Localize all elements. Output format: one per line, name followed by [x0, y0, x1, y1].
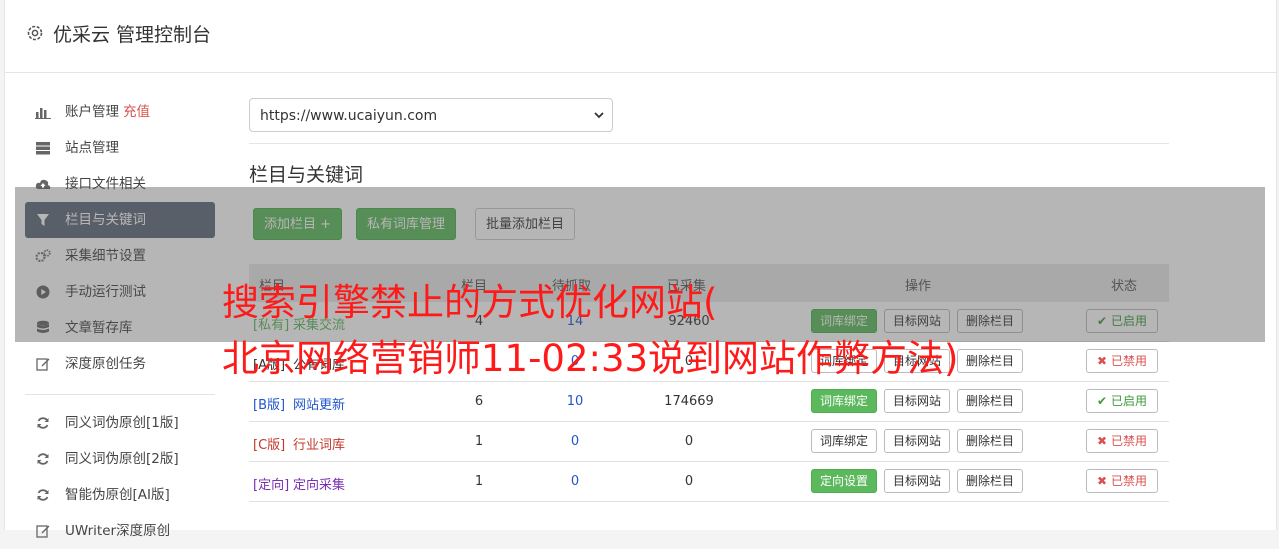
close-icon: ✖	[1097, 354, 1108, 368]
status-toggle[interactable]: ✖ 已禁用	[1086, 349, 1158, 373]
collected-value: 0	[684, 434, 694, 449]
page-header: 优采云 管理控制台	[5, 0, 1276, 73]
page-title: 优采云 管理控制台	[53, 24, 212, 46]
sidebar-divider	[25, 394, 215, 395]
sidebar-item-uwriter[interactable]: UWriter深度原创	[25, 513, 215, 549]
status-toggle[interactable]: ✖ 已禁用	[1086, 429, 1158, 453]
delete-column-button[interactable]: 删除栏目	[957, 349, 1024, 373]
delete-column-button[interactable]: 删除栏目	[957, 429, 1024, 453]
status-label: 已启用	[1110, 394, 1147, 408]
sidebar-item-account[interactable]: 账户管理 充值	[25, 94, 215, 130]
pending-value[interactable]: 0	[545, 434, 605, 449]
column-name-link[interactable]: 定向采集	[293, 474, 345, 493]
sidebar-item-sites[interactable]: 站点管理	[25, 130, 215, 166]
count-value: 1	[474, 474, 484, 489]
target-site-button[interactable]: 目标网站	[884, 389, 951, 413]
table-row: [定向] 定向采集 1 0 0 定向设置 目标网站 删除栏目 ✖ 已禁用	[249, 462, 1169, 502]
watermark-line-2: 北京网络营销师11-02:33说到网站作弊方法)	[222, 337, 959, 380]
close-icon: ✖	[1097, 474, 1108, 488]
bind-button[interactable]: 定向设置	[811, 469, 878, 493]
divider	[249, 143, 1169, 144]
target-site-button[interactable]: 目标网站	[884, 429, 951, 453]
status-label: 已禁用	[1110, 354, 1147, 368]
column-tag: [B版]	[253, 398, 286, 413]
bind-button[interactable]: 词库绑定	[811, 429, 878, 453]
server-icon	[35, 140, 51, 156]
bar-chart-icon	[35, 104, 51, 120]
chevron-down-icon	[594, 112, 604, 119]
site-select[interactable]: https://www.ucaiyun.com	[249, 98, 613, 132]
target-site-button[interactable]: 目标网站	[884, 469, 951, 493]
collected-value: 0	[684, 474, 694, 489]
close-icon: ✖	[1097, 434, 1108, 448]
edit-icon	[35, 356, 51, 372]
site-select-value: https://www.ucaiyun.com	[260, 108, 438, 124]
sidebar-item-label: 账户管理	[65, 104, 119, 120]
status-label: 已禁用	[1110, 474, 1147, 488]
sidebar-item-ai-rewrite[interactable]: 智能伪原创[AI版]	[25, 477, 215, 513]
table-row: [C版] 行业词库 1 0 0 词库绑定 目标网站 删除栏目 ✖ 已禁用	[249, 422, 1169, 462]
column-name-link[interactable]: 行业词库	[293, 434, 345, 453]
sidebar-item-label: 同义词伪原创[1版]	[65, 415, 179, 431]
watermark-line-1: 搜索引擎禁止的方式优化网站(	[222, 281, 718, 324]
column-tag: [定向]	[253, 478, 290, 493]
status-label: 已禁用	[1110, 434, 1147, 448]
pending-value[interactable]: 0	[545, 474, 605, 489]
sidebar-item-label: UWriter深度原创	[65, 523, 171, 539]
count-value: 6	[474, 394, 484, 409]
status-toggle[interactable]: ✖ 已禁用	[1086, 469, 1158, 493]
sidebar-item-label: 深度原创任务	[65, 356, 146, 372]
collected-value: 174669	[664, 394, 714, 409]
delete-column-button[interactable]: 删除栏目	[957, 469, 1024, 493]
refresh-icon	[35, 487, 51, 503]
sidebar-item-label: 智能伪原创[AI版]	[65, 487, 170, 503]
sidebar-item-synonym-v2[interactable]: 同义词伪原创[2版]	[25, 441, 215, 477]
sidebar-item-label: 站点管理	[65, 140, 119, 156]
refresh-icon	[35, 451, 51, 467]
delete-column-button[interactable]: 删除栏目	[957, 389, 1024, 413]
edit-icon	[35, 523, 51, 539]
sidebar-item-label: 同义词伪原创[2版]	[65, 451, 179, 467]
refresh-icon	[35, 415, 51, 431]
status-toggle[interactable]: ✔ 已启用	[1086, 389, 1158, 413]
sidebar-item-synonym-v1[interactable]: 同义词伪原创[1版]	[25, 405, 215, 441]
sidebar-item-deep-original[interactable]: 深度原创任务	[25, 346, 215, 382]
count-value: 1	[474, 434, 484, 449]
column-tag: [C版]	[253, 438, 286, 453]
gear-icon	[27, 25, 43, 41]
table-row: [B版] 网站更新 6 10 174669 词库绑定 目标网站 删除栏目 ✔ 已启用	[249, 382, 1169, 422]
bind-button[interactable]: 词库绑定	[811, 389, 878, 413]
pending-value[interactable]: 10	[545, 394, 605, 409]
check-icon: ✔	[1097, 394, 1108, 408]
section-title: 栏目与关键词	[249, 164, 364, 186]
column-name-link[interactable]: 网站更新	[293, 394, 345, 413]
recharge-link[interactable]: 充值	[123, 104, 150, 120]
